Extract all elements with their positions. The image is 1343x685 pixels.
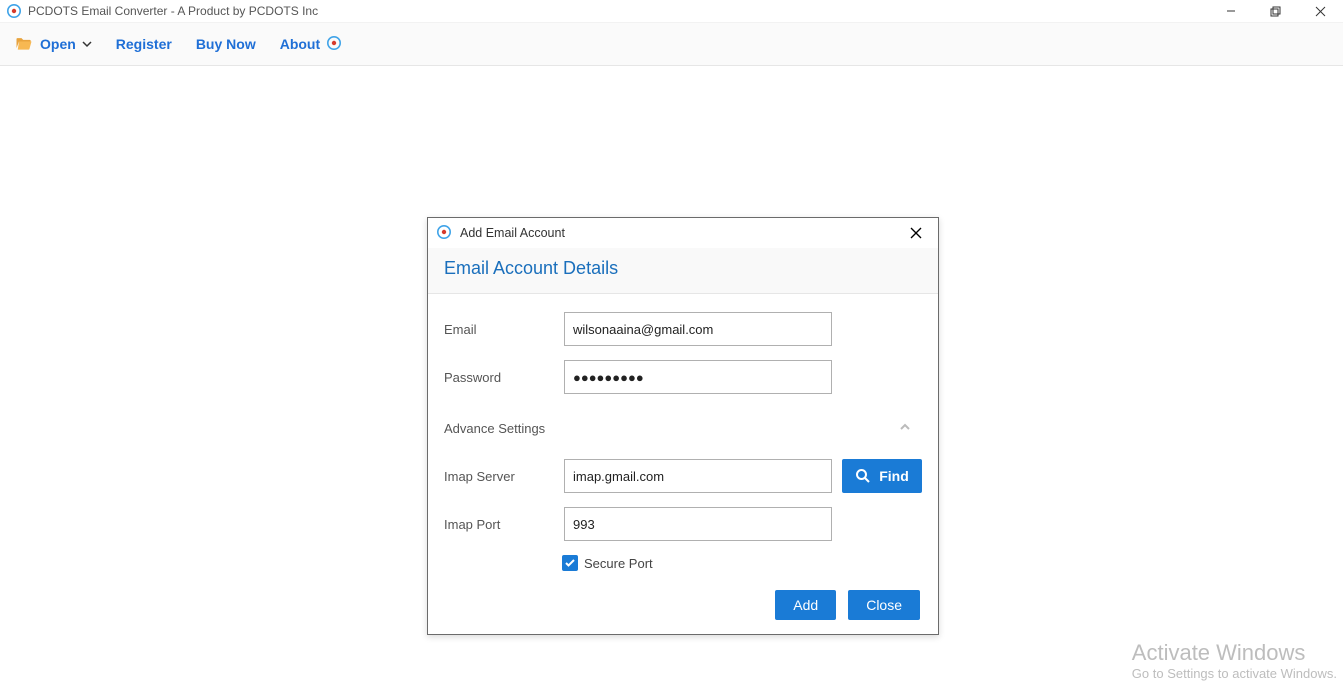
email-input[interactable]: [573, 322, 823, 337]
register-link[interactable]: Register: [116, 36, 172, 52]
dialog-title: Add Email Account: [460, 226, 565, 240]
dialog-titlebar: Add Email Account: [428, 218, 938, 248]
dialog-close-button[interactable]: [904, 221, 928, 245]
email-field-wrap: [564, 312, 832, 346]
email-label: Email: [444, 322, 554, 337]
activate-windows-watermark: Activate Windows Go to Settings to activ…: [1132, 640, 1337, 681]
folder-open-icon: [14, 34, 34, 54]
about-logo-icon: [326, 35, 342, 54]
add-email-account-dialog: Add Email Account Email Account Details …: [427, 217, 939, 635]
window-titlebar: PCDOTS Email Converter - A Product by PC…: [0, 0, 1343, 23]
advance-settings-row[interactable]: Advance Settings: [444, 408, 922, 459]
password-row: Password: [444, 360, 922, 394]
imap-server-input[interactable]: [573, 469, 823, 484]
register-label: Register: [116, 36, 172, 52]
close-button[interactable]: [1298, 0, 1343, 23]
password-input[interactable]: [573, 370, 823, 385]
close-dialog-button[interactable]: Close: [848, 590, 920, 620]
dialog-body: Email Password Advance Settings Imap Ser…: [428, 294, 938, 581]
watermark-line2: Go to Settings to activate Windows.: [1132, 666, 1337, 681]
app-logo-icon: [6, 3, 22, 19]
buy-now-label: Buy Now: [196, 36, 256, 52]
email-row: Email: [444, 312, 922, 346]
window-controls: [1208, 0, 1343, 23]
search-icon: [855, 468, 871, 484]
imap-port-field-wrap: [564, 507, 832, 541]
advance-settings-label: Advance Settings: [444, 421, 545, 436]
minimize-button[interactable]: [1208, 0, 1253, 23]
main-toolbar: Open Register Buy Now About: [0, 23, 1343, 66]
dialog-logo-icon: [436, 224, 452, 243]
chevron-up-icon: [898, 420, 912, 437]
window-title: PCDOTS Email Converter - A Product by PC…: [28, 4, 318, 18]
imap-server-label: Imap Server: [444, 469, 554, 484]
watermark-line1: Activate Windows: [1132, 640, 1337, 666]
maximize-button[interactable]: [1253, 0, 1298, 23]
find-label: Find: [879, 468, 909, 484]
open-menu[interactable]: Open: [14, 34, 92, 54]
secure-port-row: Secure Port: [562, 555, 922, 571]
imap-port-label: Imap Port: [444, 517, 554, 532]
imap-server-field-wrap: [564, 459, 832, 493]
about-link[interactable]: About: [280, 35, 342, 54]
dialog-footer-buttons: Add Close: [775, 590, 920, 620]
find-button[interactable]: Find: [842, 459, 922, 493]
dialog-panel-title: Email Account Details: [428, 248, 938, 294]
password-field-wrap: [564, 360, 832, 394]
secure-port-checkbox[interactable]: [562, 555, 578, 571]
imap-port-input[interactable]: [573, 517, 823, 532]
imap-server-row: Imap Server Find: [444, 459, 922, 493]
about-label: About: [280, 36, 320, 52]
password-label: Password: [444, 370, 554, 385]
open-label: Open: [40, 36, 76, 52]
titlebar-left: PCDOTS Email Converter - A Product by PC…: [6, 3, 318, 19]
buy-now-link[interactable]: Buy Now: [196, 36, 256, 52]
secure-port-label: Secure Port: [584, 556, 653, 571]
chevron-down-icon: [82, 36, 92, 52]
imap-port-row: Imap Port: [444, 507, 922, 541]
add-button[interactable]: Add: [775, 590, 836, 620]
